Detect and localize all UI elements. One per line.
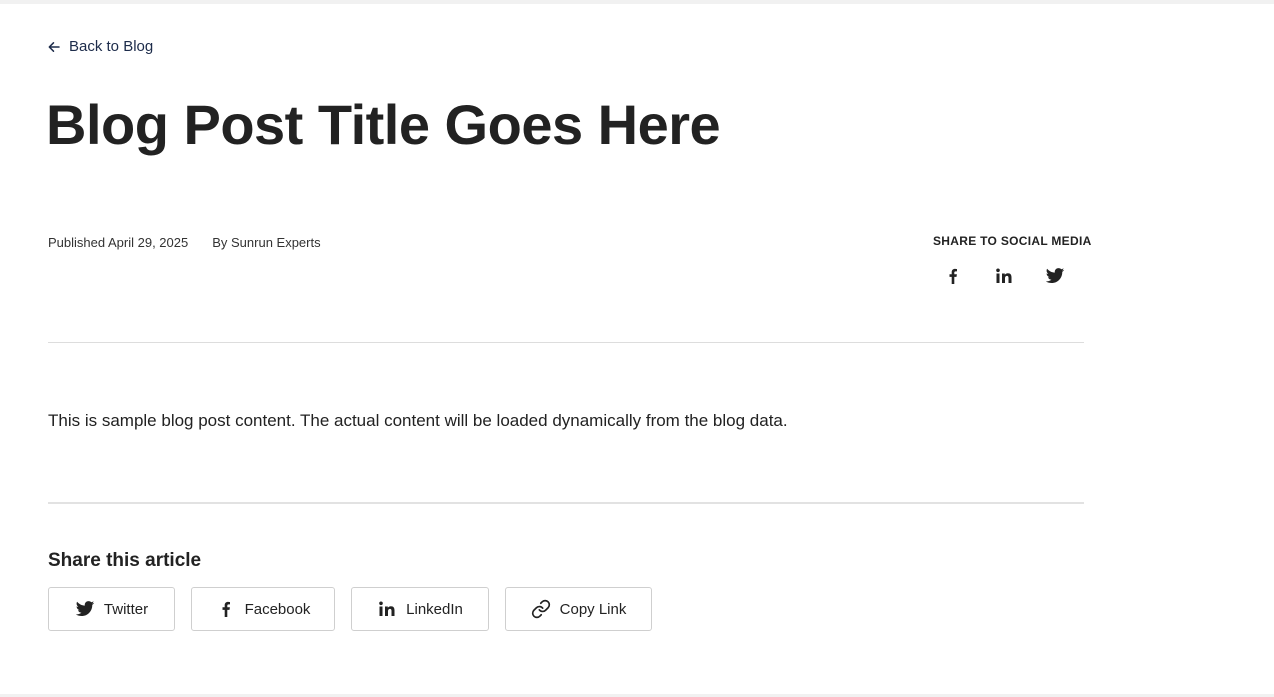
meta-divider	[48, 342, 1084, 343]
share-twitter-label: Twitter	[103, 600, 149, 618]
twitter-icon[interactable]	[1045, 266, 1065, 286]
linkedin-icon[interactable]	[994, 266, 1014, 286]
post-title: Blog Post Title Goes Here	[46, 93, 721, 156]
blog-post-page: Back to Blog Blog Post Title Goes Here P…	[0, 0, 1274, 697]
post-meta: Published April 29, 2025 By Sunrun Exper…	[48, 235, 321, 250]
share-to-social-media-label: SHARE TO SOCIAL MEDIA	[933, 234, 1092, 248]
share-linkedin-label: LinkedIn	[406, 600, 463, 618]
link-icon	[531, 599, 551, 619]
back-to-blog-link[interactable]: Back to Blog	[48, 38, 153, 55]
arrow-left-icon	[48, 41, 60, 53]
top-border	[0, 0, 1274, 4]
content-divider	[48, 502, 1084, 504]
facebook-icon	[216, 599, 236, 619]
share-article-heading: Share this article	[48, 550, 202, 571]
post-content: This is sample blog post content. The ac…	[48, 411, 788, 430]
published-date: Published April 29, 2025	[48, 235, 189, 250]
share-facebook-label: Facebook	[244, 600, 311, 618]
share-facebook-button[interactable]: Facebook	[191, 587, 335, 631]
share-linkedin-button[interactable]: LinkedIn	[351, 587, 489, 631]
linkedin-icon	[377, 599, 397, 619]
back-to-blog-label: Back to Blog	[69, 38, 154, 55]
social-icons-row	[943, 266, 1065, 286]
share-buttons-row: Twitter Facebook LinkedIn Copy Link	[48, 587, 652, 631]
copy-link-button[interactable]: Copy Link	[505, 587, 652, 631]
share-to-social-media: SHARE TO SOCIAL MEDIA	[933, 234, 1092, 284]
post-author: By Sunrun Experts	[212, 235, 321, 250]
copy-link-label: Copy Link	[559, 600, 627, 618]
twitter-icon	[75, 599, 95, 619]
share-twitter-button[interactable]: Twitter	[48, 587, 175, 631]
facebook-icon[interactable]	[943, 266, 963, 286]
